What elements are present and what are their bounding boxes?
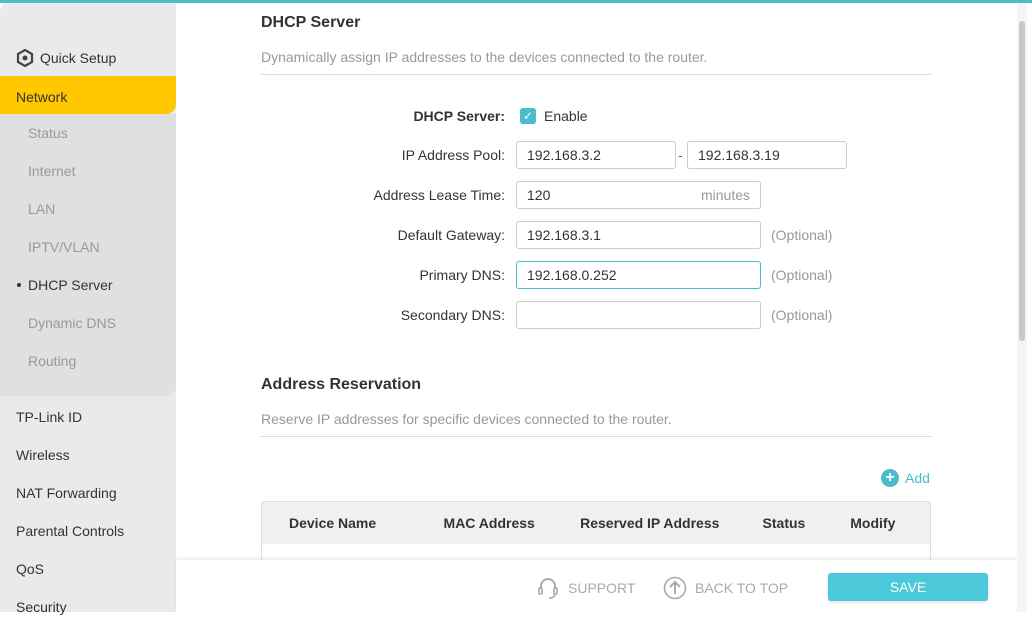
reservation-description: Reserve IP addresses for specific device…	[261, 411, 931, 437]
lease-label: Address Lease Time:	[373, 187, 505, 203]
col-mac-address: MAC Address	[443, 515, 535, 531]
nav-status[interactable]: Status	[0, 114, 176, 152]
col-modify: Modify	[850, 515, 896, 531]
scrollbar[interactable]	[1017, 3, 1027, 612]
nav-dhcp-server[interactable]: DHCP Server	[0, 266, 176, 304]
nav-dynamic-dns[interactable]: Dynamic DNS	[0, 304, 176, 342]
range-dash: -	[678, 147, 683, 163]
add-reservation-button[interactable]: + Add	[881, 469, 930, 487]
col-device-name: Device Name	[289, 515, 377, 531]
network-submenu: Status Internet LAN IPTV/VLAN DHCP Serve…	[0, 114, 176, 396]
primary-dns-label: Primary DNS:	[419, 267, 505, 283]
gateway-label: Default Gateway:	[397, 227, 505, 243]
secondary-dns-label: Secondary DNS:	[400, 307, 505, 323]
nav-parental-controls[interactable]: Parental Controls	[0, 512, 176, 550]
main-nav: TP-Link ID Wireless NAT Forwarding Paren…	[0, 398, 176, 626]
table-header: Device Name MAC Address Reserved IP Addr…	[262, 502, 930, 544]
dhcp-server-label: DHCP Server:	[413, 108, 505, 124]
nav-lan[interactable]: LAN	[0, 190, 176, 228]
nav-routing[interactable]: Routing	[0, 342, 176, 380]
lease-unit: minutes	[700, 187, 750, 203]
pool-end-input[interactable]: 192.168.3.19	[687, 141, 847, 169]
headset-icon	[538, 578, 558, 599]
gateway-optional: (Optional)	[771, 227, 833, 243]
support-button[interactable]: SUPPORT	[536, 576, 635, 600]
nav-quick-setup-label: Quick Setup	[40, 50, 117, 66]
support-label: SUPPORT	[568, 580, 636, 596]
lease-input[interactable]: 120 minutes	[516, 181, 761, 209]
sidebar: Quick Setup Network Status Internet LAN …	[0, 3, 176, 615]
gateway-input[interactable]: 192.168.3.1	[516, 221, 761, 249]
dhcp-enable-checkbox[interactable]: ✓	[520, 108, 536, 124]
secondary-dns-input[interactable]	[516, 301, 761, 329]
enable-label: Enable	[544, 108, 588, 124]
nav-network[interactable]: Network	[0, 76, 176, 114]
primary-dns-optional: (Optional)	[771, 267, 833, 283]
nav-nat-forwarding[interactable]: NAT Forwarding	[0, 474, 176, 512]
nav-qos[interactable]: QoS	[0, 550, 176, 588]
pool-start-input[interactable]: 192.168.3.2	[516, 141, 676, 169]
nav-internet[interactable]: Internet	[0, 152, 176, 190]
nav-tplink-id[interactable]: TP-Link ID	[0, 398, 176, 436]
nav-iptv-vlan[interactable]: IPTV/VLAN	[0, 228, 176, 266]
col-status: Status	[762, 515, 806, 531]
nav-wireless[interactable]: Wireless	[0, 436, 176, 474]
dhcp-title: DHCP Server	[261, 14, 361, 31]
lease-value: 120	[527, 187, 551, 203]
scrollbar-thumb[interactable]	[1019, 21, 1025, 341]
secondary-dns-optional: (Optional)	[771, 307, 833, 323]
primary-dns-input[interactable]: 192.168.0.252	[516, 261, 761, 289]
arrow-up-circle-icon	[663, 576, 687, 600]
reservation-title: Address Reservation	[261, 376, 422, 393]
col-reserved-ip: Reserved IP Address	[580, 515, 720, 531]
nav-quick-setup[interactable]: Quick Setup	[16, 49, 116, 67]
reservation-table: Device Name MAC Address Reserved IP Addr…	[261, 501, 931, 561]
pool-label: IP Address Pool:	[401, 147, 505, 163]
add-label: Add	[905, 470, 930, 486]
back-to-top-label: BACK TO TOP	[695, 580, 789, 596]
back-to-top-button[interactable]: BACK TO TOP	[663, 576, 788, 600]
plus-icon: +	[881, 469, 899, 487]
dhcp-description: Dynamically assign IP addresses to the d…	[261, 49, 931, 75]
gear-icon	[16, 49, 34, 67]
nav-security[interactable]: Security	[0, 588, 176, 626]
save-button[interactable]: SAVE	[828, 573, 988, 601]
footer-bar: SUPPORT BACK TO TOP SAVE	[176, 560, 1017, 612]
